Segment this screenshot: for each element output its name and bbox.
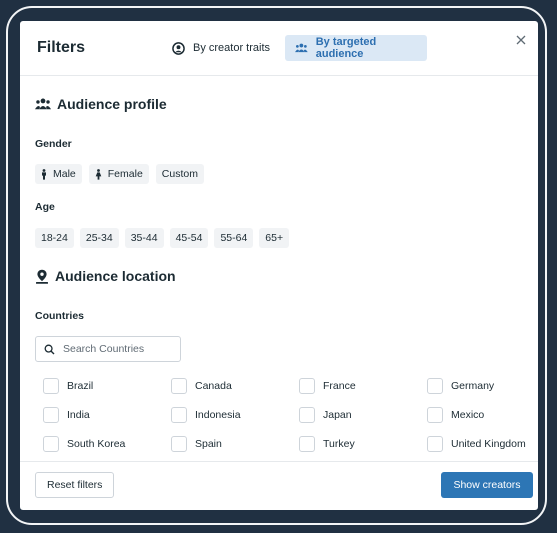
checkbox[interactable] <box>171 436 187 452</box>
gender-chip-male[interactable]: Male <box>35 164 82 184</box>
gender-chip-female[interactable]: Female <box>88 164 149 184</box>
age-chip[interactable]: 18-24 <box>35 228 74 248</box>
country-option-india[interactable]: India <box>43 407 171 423</box>
age-chip[interactable]: 65+ <box>259 228 290 248</box>
checkbox[interactable] <box>299 407 315 423</box>
dialog-header: Filters By creator traits By targeted au… <box>20 21 538 76</box>
people-icon <box>35 98 51 110</box>
age-chip[interactable]: 25-34 <box>79 228 119 248</box>
gender-options: Male Female Custom <box>35 164 204 184</box>
country-option-spain[interactable]: Spain <box>171 436 299 452</box>
female-icon <box>95 168 102 180</box>
tab-by-targeted-audience[interactable]: By targeted audience <box>285 35 427 61</box>
age-options: 18-24 25-34 35-44 45-54 55-64 65+ <box>35 228 290 248</box>
country-row: Brazil Canada France Germany <box>43 378 538 394</box>
country-label: India <box>67 409 90 421</box>
chip-label: 45-54 <box>175 232 203 244</box>
country-label: Indonesia <box>195 409 241 421</box>
country-option-mexico[interactable]: Mexico <box>427 407 538 423</box>
country-label: Japan <box>323 409 352 421</box>
chip-label: Custom <box>161 168 198 180</box>
country-option-united-kingdom[interactable]: United Kingdom <box>427 436 538 452</box>
section-title-text: Audience location <box>55 268 176 284</box>
checkbox[interactable] <box>427 436 443 452</box>
gender-chip-custom[interactable]: Custom <box>155 164 204 184</box>
country-label: Germany <box>451 380 495 392</box>
audience-location-heading: Audience location <box>35 268 176 284</box>
dialog-footer: Reset filters Show creators <box>20 461 538 510</box>
country-label: South Korea <box>67 438 126 450</box>
country-option-japan[interactable]: Japan <box>299 407 427 423</box>
chip-label: 55-64 <box>220 232 248 244</box>
country-option-france[interactable]: France <box>299 378 427 394</box>
country-option-brazil[interactable]: Brazil <box>43 378 171 394</box>
tab-by-creator-traits[interactable]: By creator traits <box>170 35 272 61</box>
country-option-canada[interactable]: Canada <box>171 378 299 394</box>
age-chip[interactable]: 45-54 <box>169 228 209 248</box>
search-icon <box>44 344 55 354</box>
chip-label: 35-44 <box>130 232 158 244</box>
reset-filters-button[interactable]: Reset filters <box>35 472 115 498</box>
checkbox[interactable] <box>427 378 443 394</box>
filters-dialog: Filters By creator traits By targeted au… <box>20 21 538 510</box>
user-circle-icon <box>172 41 185 55</box>
country-label: Mexico <box>451 409 485 421</box>
country-label: United Kingdom <box>451 438 526 450</box>
country-search[interactable] <box>35 336 181 362</box>
checkbox[interactable] <box>43 407 59 423</box>
country-option-indonesia[interactable]: Indonesia <box>171 407 299 423</box>
gender-label: Gender <box>35 138 72 150</box>
audience-profile-heading: Audience profile <box>35 96 167 112</box>
checkbox[interactable] <box>299 378 315 394</box>
country-row: India Indonesia Japan Mexico <box>43 407 538 423</box>
age-label: Age <box>35 201 55 213</box>
country-label: Brazil <box>67 380 94 392</box>
country-label: Turkey <box>323 438 355 450</box>
chip-label: 65+ <box>265 232 284 244</box>
age-chip[interactable]: 35-44 <box>124 228 164 248</box>
country-label: Canada <box>195 380 232 392</box>
country-label: Spain <box>195 438 222 450</box>
dialog-title: Filters <box>37 39 86 56</box>
show-creators-button[interactable]: Show creators <box>441 472 533 498</box>
section-title-text: Audience profile <box>57 96 167 112</box>
male-icon <box>42 168 46 180</box>
chip-label: 25-34 <box>85 232 113 244</box>
search-input[interactable] <box>61 342 175 356</box>
checkbox[interactable] <box>43 378 59 394</box>
filters-content[interactable]: Audience profile Gender Male Female Cust… <box>20 76 538 461</box>
country-row: South Korea Spain Turkey United Kingdom <box>43 436 538 452</box>
checkbox[interactable] <box>427 407 443 423</box>
country-option-turkey[interactable]: Turkey <box>299 436 427 452</box>
close-icon[interactable] <box>514 33 528 47</box>
people-icon <box>295 43 308 53</box>
country-option-south-korea[interactable]: South Korea <box>43 436 171 452</box>
location-pin-icon <box>36 269 48 284</box>
age-chip[interactable]: 55-64 <box>214 228 254 248</box>
countries-label: Countries <box>35 310 85 322</box>
chip-label: Female <box>107 168 143 180</box>
checkbox[interactable] <box>171 407 187 423</box>
chip-label: 18-24 <box>41 232 68 244</box>
tab-label: By targeted audience <box>315 36 377 60</box>
checkbox[interactable] <box>43 436 59 452</box>
country-label: France <box>323 380 356 392</box>
checkbox[interactable] <box>299 436 315 452</box>
checkbox[interactable] <box>171 378 187 394</box>
chip-label: Male <box>53 168 76 180</box>
tab-label: By creator traits <box>193 42 271 54</box>
country-option-germany[interactable]: Germany <box>427 378 538 394</box>
